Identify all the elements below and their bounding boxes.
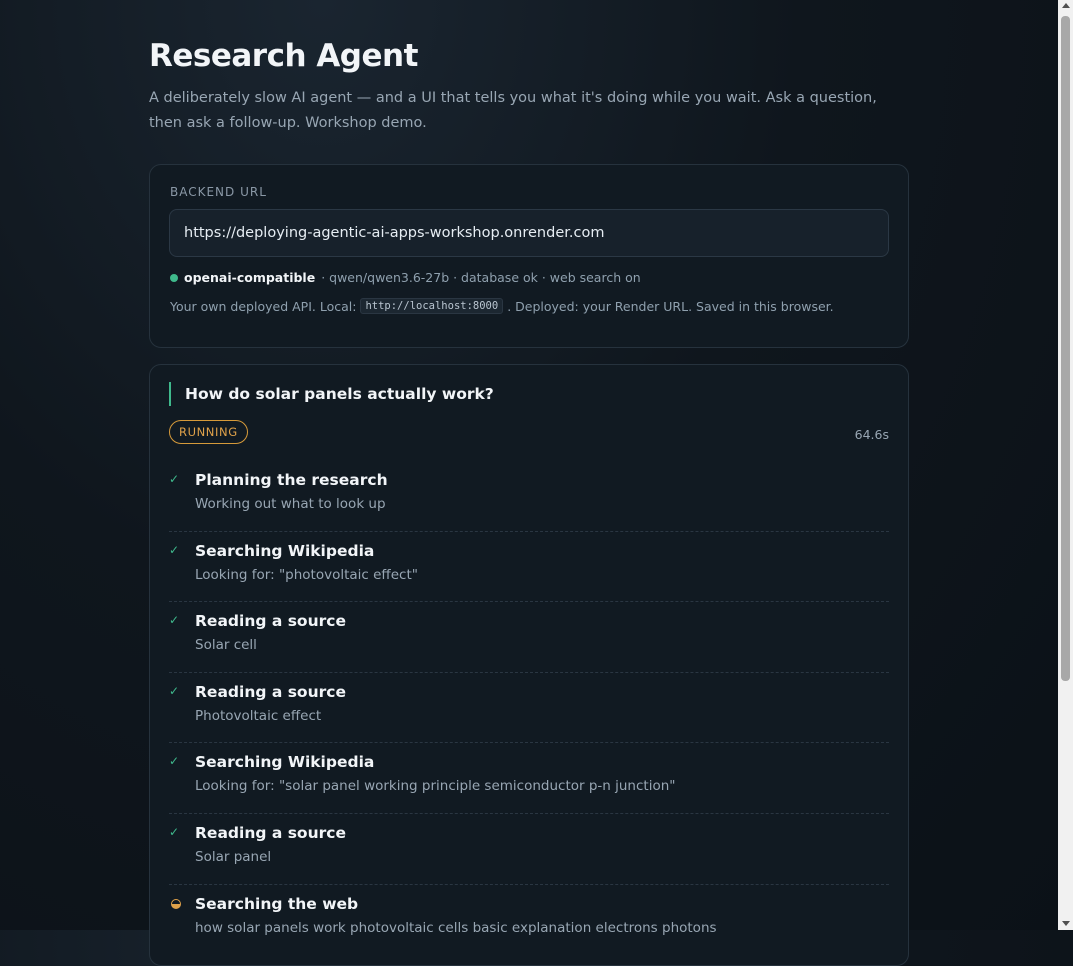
backend-status: openai-compatible · qwen/qwen3.6-27b · d…: [170, 270, 641, 285]
step-title: Reading a source: [195, 612, 346, 631]
backend-hint: Your own deployed API. Local: http://loc…: [170, 298, 834, 314]
check-icon: ✓: [169, 683, 180, 698]
step-title: Reading a source: [195, 682, 346, 701]
step-list: ✓ Planning the research Working out what…: [169, 461, 889, 954]
scroll-up-arrow-icon[interactable]: [1062, 3, 1070, 8]
step-detail: how solar panels work photovoltaic cells…: [195, 919, 717, 936]
step-detail: Solar cell: [195, 637, 257, 654]
step-detail: Solar panel: [195, 848, 272, 865]
scrollbar-thumb[interactable]: [1061, 16, 1070, 681]
step-title: Searching Wikipedia: [195, 541, 375, 560]
hint-text-before: Your own deployed API. Local:: [170, 298, 357, 314]
step-item: ✓ Reading a source Solar cell: [169, 602, 889, 673]
check-icon: ✓: [169, 472, 180, 486]
step-title: Reading a source: [195, 823, 346, 842]
check-icon: ✓: [169, 613, 180, 628]
page-title: Research Agent: [149, 38, 418, 74]
check-icon: ✓: [169, 754, 180, 769]
status-badge: RUNNING: [169, 420, 248, 444]
hint-local-url: http://localhost:8000: [360, 298, 504, 314]
step-item: ✓ Reading a source Photovoltaic effect: [169, 673, 889, 744]
scroll-down-arrow-icon[interactable]: [1062, 921, 1070, 926]
step-item: ✓ Planning the research Working out what…: [169, 461, 889, 532]
step-item: ✓ Searching Wikipedia Looking for: "sola…: [169, 743, 889, 814]
check-icon: ✓: [169, 824, 180, 839]
step-title: Searching the web: [195, 894, 359, 913]
step-detail: Looking for: "photovoltaic effect": [195, 566, 418, 583]
run-card: How do solar panels actually work? RUNNI…: [149, 364, 909, 966]
status-dot-icon: [170, 273, 178, 282]
step-title: Searching Wikipedia: [195, 753, 375, 772]
step-detail: Looking for: "solar panel working princi…: [195, 778, 676, 795]
backend-card: BACKEND URL openai-compatible · qwen/qwe…: [149, 164, 909, 348]
status-detail: · qwen/qwen3.6-27b · database ok · web s…: [321, 270, 641, 285]
step-item: ✓ Searching Wikipedia Looking for: "phot…: [169, 532, 889, 603]
spinner-icon: [171, 898, 181, 909]
step-item: ✓ Reading a source Solar panel: [169, 814, 889, 885]
page-subtitle: A deliberately slow AI agent — and a UI …: [149, 90, 877, 131]
elapsed-time: 64.6s: [854, 427, 889, 442]
backend-url-label: BACKEND URL: [170, 185, 267, 199]
step-detail: Working out what to look up: [195, 496, 386, 512]
step-title: Planning the research: [195, 471, 388, 489]
hint-text-after: . Deployed: your Render URL. Saved in th…: [507, 298, 834, 314]
question-text: How do solar panels actually work?: [169, 382, 494, 406]
step-item-active: Searching the web how solar panels work …: [169, 885, 889, 955]
step-detail: Photovoltaic effect: [195, 707, 322, 724]
page-scrollbar[interactable]: [1058, 0, 1073, 930]
backend-url-input[interactable]: [169, 209, 889, 257]
provider-name: openai-compatible: [184, 270, 316, 285]
check-icon: ✓: [169, 542, 180, 557]
